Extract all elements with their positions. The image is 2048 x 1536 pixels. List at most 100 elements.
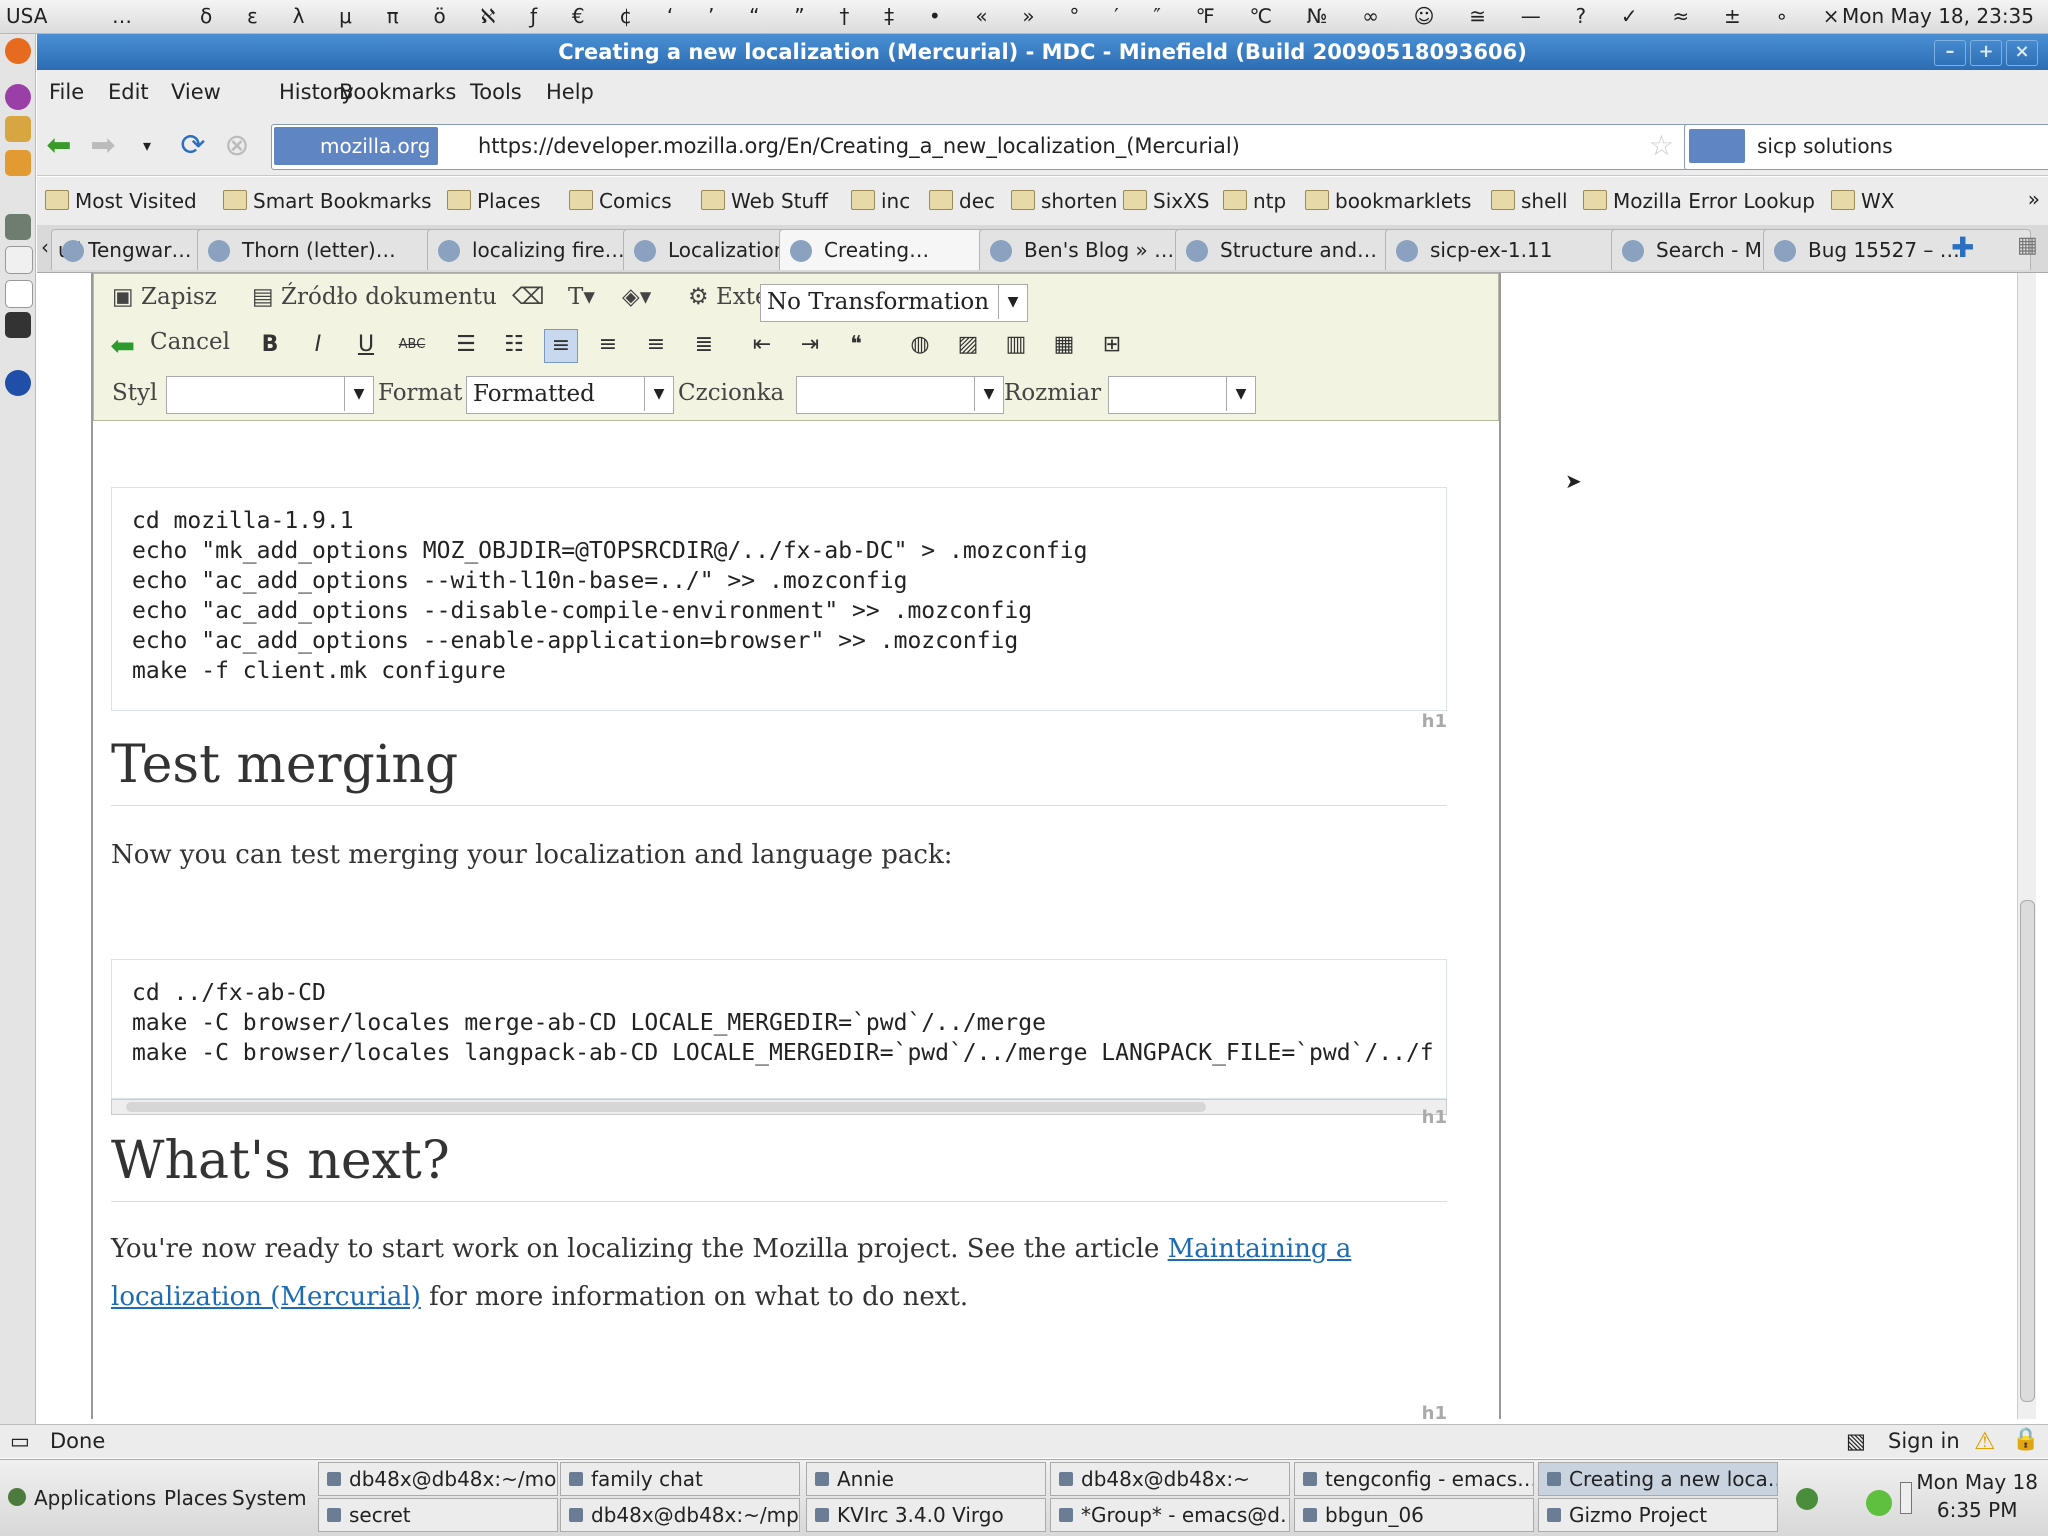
task-gizmo[interactable]: Gizmo Project bbox=[1538, 1498, 1778, 1532]
bookmark-inc[interactable]: inc bbox=[851, 189, 910, 213]
symbol-key[interactable]: λ bbox=[293, 4, 305, 28]
symbol-key[interactable]: ? bbox=[1576, 4, 1587, 28]
task-tengconfig[interactable]: tengconfig - emacs… bbox=[1294, 1462, 1534, 1496]
align-center-icon[interactable]: ≡ bbox=[592, 329, 624, 361]
symbol-key[interactable]: ƒ bbox=[530, 4, 537, 28]
video-icon[interactable]: ▥ bbox=[1000, 329, 1032, 361]
firefox-launcher-icon[interactable] bbox=[5, 38, 31, 64]
bookmark-places[interactable]: Places bbox=[447, 189, 541, 213]
camera-launcher-icon[interactable] bbox=[5, 312, 31, 338]
symbol-key[interactable]: ≈ bbox=[1672, 4, 1689, 28]
tab-bug[interactable]: Bug 15527 – … bbox=[1763, 229, 2031, 270]
bookmark-sixxs[interactable]: SixXS bbox=[1123, 189, 1209, 213]
menu-view[interactable]: View bbox=[171, 80, 221, 104]
page-scroll-thumb[interactable] bbox=[2020, 900, 2035, 1402]
task-db48x-mp3[interactable]: db48x@db48x:~/mp3 bbox=[560, 1498, 800, 1532]
eraser-icon[interactable]: ⌫ bbox=[512, 284, 545, 310]
bookmark-comics[interactable]: Comics bbox=[569, 189, 672, 213]
format-select[interactable]: Formatted ▼ bbox=[466, 376, 674, 414]
menu-help[interactable]: Help bbox=[546, 80, 594, 104]
task-db48x-home[interactable]: db48x@db48x:~ bbox=[1050, 1462, 1290, 1496]
bookmark-mozilla-error-lookup[interactable]: Mozilla Error Lookup bbox=[1583, 189, 1815, 213]
indent-icon[interactable]: ⇥ bbox=[794, 329, 826, 361]
symbol-key[interactable]: № bbox=[1307, 4, 1328, 28]
tray-network-icon[interactable] bbox=[1796, 1488, 1818, 1510]
symbol-key[interactable]: • bbox=[929, 4, 941, 28]
strikethrough-button[interactable]: ABC bbox=[396, 329, 428, 361]
bullet-list-icon[interactable]: ☷ bbox=[498, 329, 530, 361]
bookmark-smart-bookmarks[interactable]: Smart Bookmarks bbox=[223, 189, 432, 213]
search-query[interactable]: sicp solutions bbox=[1757, 134, 1893, 158]
symbol-key[interactable]: ∞ bbox=[1362, 4, 1379, 28]
symbol-key[interactable]: “ bbox=[749, 4, 759, 28]
save-button[interactable]: ▣ Zapisz bbox=[112, 284, 217, 310]
task-group-emacs[interactable]: *Group* - emacs@d… bbox=[1050, 1498, 1290, 1532]
bold-button[interactable]: B bbox=[254, 329, 286, 361]
blockquote-icon[interactable]: ❝ bbox=[840, 329, 872, 361]
symbol-key[interactable]: μ bbox=[339, 4, 352, 28]
yahoo-launcher-icon[interactable] bbox=[5, 84, 31, 110]
menu-bookmarks[interactable]: Bookmarks bbox=[339, 80, 456, 104]
task-creating-localization[interactable]: Creating a new loca… bbox=[1538, 1462, 1778, 1496]
tabs-scroll-left-icon[interactable]: ‹ bbox=[41, 235, 49, 259]
symbol-key[interactable]: ☺ bbox=[1414, 4, 1435, 28]
image-toggle-icon[interactable]: ▧ bbox=[1846, 1429, 1866, 1453]
code-block-merge[interactable]: cd ../fx-ab-CD make -C browser/locales me… bbox=[111, 959, 1447, 1099]
menu-tools[interactable]: Tools bbox=[470, 80, 522, 104]
symbol-key[interactable]: ℵ bbox=[480, 4, 495, 28]
size-select[interactable]: ▼ bbox=[1108, 376, 1256, 414]
symbol-key[interactable]: « bbox=[975, 4, 987, 28]
task-secret[interactable]: secret bbox=[318, 1498, 558, 1532]
symbol-key[interactable]: δ bbox=[200, 4, 212, 28]
search-engine-icon[interactable] bbox=[1689, 129, 1745, 163]
calculator-launcher-icon[interactable] bbox=[5, 214, 31, 240]
symbol-key[interactable]: † bbox=[839, 4, 849, 28]
italic-button[interactable]: I bbox=[302, 329, 334, 361]
close-window-button[interactable]: × bbox=[2006, 40, 2038, 66]
user-launcher-icon[interactable] bbox=[5, 116, 31, 142]
outdent-icon[interactable]: ⇤ bbox=[746, 329, 778, 361]
minimize-button[interactable]: – bbox=[1934, 40, 1966, 66]
symbol-key[interactable]: ± bbox=[1724, 4, 1741, 28]
image-icon[interactable]: ▨ bbox=[952, 329, 984, 361]
symbol-key[interactable]: » bbox=[1022, 4, 1034, 28]
page-scrollbar[interactable] bbox=[2017, 273, 2036, 1419]
url-bar[interactable]: mozilla.org https://developer.mozilla.or… bbox=[271, 124, 1705, 170]
site-identity-button[interactable]: mozilla.org bbox=[274, 127, 439, 165]
symbol-key[interactable]: π bbox=[387, 4, 399, 28]
gnome-foot-icon[interactable] bbox=[8, 1488, 26, 1506]
menu-edit[interactable]: Edit bbox=[108, 80, 149, 104]
bookmark-shell[interactable]: shell bbox=[1491, 189, 1568, 213]
symbol-key[interactable]: ″ bbox=[1153, 4, 1160, 28]
bookmark-ntp[interactable]: ntp bbox=[1223, 189, 1286, 213]
panel-clock[interactable]: Mon May 18, 23:35 bbox=[1842, 4, 2034, 28]
bookmark-dec[interactable]: dec bbox=[929, 189, 995, 213]
system-menu[interactable]: System bbox=[232, 1486, 307, 1510]
taskbar-clock[interactable]: Mon May 18 6:35 PM bbox=[1916, 1468, 2038, 1524]
code-horizontal-scrollbar[interactable] bbox=[111, 1099, 1447, 1115]
symbol-key[interactable]: ” bbox=[794, 4, 804, 28]
bookmark-most-visited[interactable]: Most Visited bbox=[45, 189, 197, 213]
panel-ellipsis[interactable]: … bbox=[112, 4, 132, 28]
font-select[interactable]: ▼ bbox=[796, 376, 1004, 414]
cancel-arrow-icon[interactable]: ⬅ bbox=[110, 329, 135, 364]
url-text[interactable]: https://developer.mozilla.org/En/Creatin… bbox=[478, 134, 1240, 158]
align-right-icon[interactable]: ≡ bbox=[640, 329, 672, 361]
align-justify-icon[interactable]: ≣ bbox=[688, 329, 720, 361]
cancel-button[interactable]: Cancel bbox=[150, 329, 230, 355]
lock-icon[interactable]: 🔒 bbox=[2012, 1427, 2039, 1452]
code-scroll-thumb[interactable] bbox=[126, 1102, 1206, 1112]
windows-launcher-icon[interactable] bbox=[5, 150, 31, 176]
symbol-key[interactable]: ’ bbox=[708, 4, 714, 28]
symbol-key[interactable]: € bbox=[572, 4, 585, 28]
symbol-key[interactable]: ö bbox=[433, 4, 445, 28]
symbol-key[interactable]: ∘ bbox=[1775, 4, 1788, 28]
sign-in-link[interactable]: Sign in bbox=[1888, 1429, 1960, 1453]
article-body[interactable]: and to set up the object directory for t… bbox=[107, 419, 1497, 1419]
symbol-key[interactable]: ¢ bbox=[619, 4, 632, 28]
bookmark-wx[interactable]: WX bbox=[1831, 189, 1894, 213]
warning-icon[interactable]: ⚠ bbox=[1974, 1427, 1996, 1455]
numbered-list-icon[interactable]: ☰ bbox=[450, 329, 482, 361]
forward-arrow-icon[interactable]: ➡ bbox=[83, 126, 123, 166]
menu-file[interactable]: File bbox=[49, 80, 84, 104]
